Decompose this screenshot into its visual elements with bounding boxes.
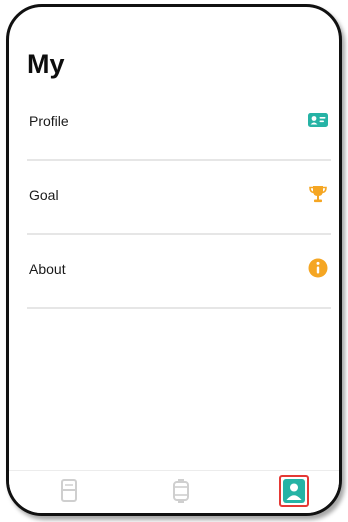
menu-item-label: Goal [29, 187, 59, 203]
menu-list: Profile Goal About [27, 87, 331, 309]
trophy-icon [307, 183, 329, 205]
page-title: My [27, 49, 65, 79]
profile-card-icon [307, 109, 329, 131]
tab-profile[interactable] [279, 475, 309, 507]
menu-item-goal[interactable]: Goal [27, 161, 331, 235]
device-icon [166, 476, 196, 506]
menu-item-profile[interactable]: Profile [27, 87, 331, 161]
tab-device[interactable] [166, 476, 196, 506]
person-icon [281, 477, 307, 505]
tab-calendar[interactable] [54, 476, 84, 506]
info-icon [307, 257, 329, 279]
phone-frame: My Profile Goal About [6, 4, 342, 516]
menu-item-label: About [29, 261, 66, 277]
menu-item-about[interactable]: About [27, 235, 331, 309]
menu-item-label: Profile [29, 113, 69, 129]
bottom-nav [9, 470, 339, 513]
calendar-icon [54, 476, 84, 506]
